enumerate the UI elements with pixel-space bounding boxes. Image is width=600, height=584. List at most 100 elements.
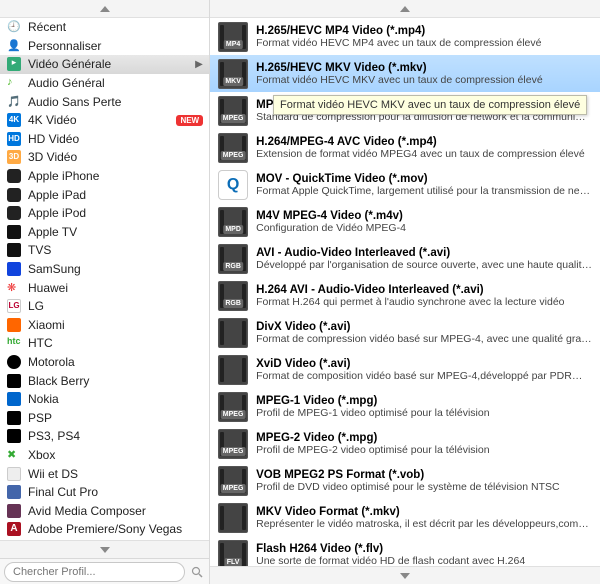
format-item[interactable]: DivX Video (*.avi)Format de compression … bbox=[210, 314, 600, 351]
category-item[interactable]: Final Cut Pro bbox=[0, 483, 209, 502]
category-label: Récent bbox=[28, 20, 203, 34]
format-title: VOB MPEG2 PS Format (*.vob) bbox=[256, 469, 592, 481]
category-item[interactable]: Black Berry bbox=[0, 371, 209, 390]
format-text: VOB MPEG2 PS Format (*.vob)Profil de DVD… bbox=[256, 469, 592, 493]
format-item[interactable]: MPEG H.264/MPEG-4 AVC Video (*.mp4)Extens… bbox=[210, 129, 600, 166]
category-item[interactable]: Personnaliser bbox=[0, 37, 209, 56]
format-text: H.265/HEVC MKV Video (*.mkv)Format vidéo… bbox=[256, 62, 592, 86]
format-description: Format vidéo HEVC MP4 avec un taux de co… bbox=[256, 37, 592, 49]
search-icon[interactable] bbox=[189, 564, 205, 580]
category-item[interactable]: PSP bbox=[0, 408, 209, 427]
badge-new: NEW bbox=[176, 115, 203, 126]
format-icon: MPEG bbox=[218, 96, 248, 126]
category-item[interactable]: 4K4K VidéoNEW bbox=[0, 111, 209, 130]
category-item[interactable]: HDHD Vidéo bbox=[0, 130, 209, 149]
category-item[interactable]: htcHTC bbox=[0, 334, 209, 353]
format-title: M4V MPEG-4 Video (*.m4v) bbox=[256, 210, 592, 222]
format-title: MOV - QuickTime Video (*.mov) bbox=[256, 173, 592, 185]
search-bar bbox=[0, 558, 209, 584]
category-icon bbox=[6, 428, 22, 444]
format-title: H.265/HEVC MKV Video (*.mkv) bbox=[256, 62, 592, 74]
category-item[interactable]: 3D3D Vidéo bbox=[0, 148, 209, 167]
format-text: H.264 AVI - Audio-Video Interleaved (*.a… bbox=[256, 284, 592, 308]
category-label: Vidéo Générale bbox=[28, 57, 189, 71]
category-item[interactable]: LG LG bbox=[0, 297, 209, 316]
category-item[interactable]: PS3, PS4 bbox=[0, 427, 209, 446]
category-label: Xiaomi bbox=[28, 318, 203, 332]
category-label: TVS bbox=[28, 243, 203, 257]
category-icon: htc bbox=[6, 335, 22, 351]
category-item[interactable]: Nokia bbox=[0, 390, 209, 409]
category-item[interactable]: Récent bbox=[0, 18, 209, 37]
category-label: LG bbox=[28, 299, 203, 313]
format-scroll-down[interactable] bbox=[210, 566, 600, 584]
format-item[interactable]: MOV - QuickTime Video (*.mov)Format Appl… bbox=[210, 166, 600, 203]
format-item[interactable]: MPEGVOB MPEG2 PS Format (*.vob)Profil de… bbox=[210, 462, 600, 499]
format-icon: MPEG bbox=[218, 392, 248, 422]
category-scroll-down[interactable] bbox=[0, 540, 209, 558]
format-title: AVI - Audio-Video Interleaved (*.avi) bbox=[256, 247, 592, 259]
format-item[interactable]: MKVH.265/HEVC MKV Video (*.mkv)Format vi… bbox=[210, 55, 600, 92]
category-label: Nokia bbox=[28, 392, 203, 406]
category-item[interactable]: Xiaomi bbox=[0, 316, 209, 335]
category-icon bbox=[6, 261, 22, 277]
category-label: Motorola bbox=[28, 355, 203, 369]
category-item[interactable]: Audio Sans Perte bbox=[0, 92, 209, 111]
category-label: Avid Media Composer bbox=[28, 504, 203, 518]
format-description: Format de compression vidéo basé sur MPE… bbox=[256, 333, 592, 345]
format-item[interactable]: MPEGMPEG-1 Video (*.mpg)Profil de MPEG-1… bbox=[210, 388, 600, 425]
category-item[interactable]: Vidéo Générale▶ bbox=[0, 55, 209, 74]
category-icon bbox=[6, 354, 22, 370]
category-icon: HD bbox=[6, 131, 22, 147]
format-title: H.265/HEVC MP4 Video (*.mp4) bbox=[256, 25, 592, 37]
format-text: XviD Video (*.avi)Format de composition … bbox=[256, 358, 592, 382]
format-item[interactable]: MPDM4V MPEG-4 Video (*.m4v)Configuration… bbox=[210, 203, 600, 240]
category-item[interactable]: TVS bbox=[0, 241, 209, 260]
category-item[interactable]: Apple iPad bbox=[0, 185, 209, 204]
category-item[interactable]: Huawei bbox=[0, 278, 209, 297]
category-icon bbox=[6, 205, 22, 221]
format-title: H.264/MPEG-4 AVC Video (*.mp4) bbox=[256, 136, 592, 148]
format-icon: MP4 bbox=[218, 22, 248, 52]
format-panel: MP4 H.265/HEVC MP4 Video (*.mp4)Format vi… bbox=[210, 0, 600, 584]
category-scroll-up[interactable] bbox=[0, 0, 209, 18]
category-item[interactable]: AAdobe Premiere/Sony Vegas bbox=[0, 520, 209, 539]
category-item[interactable]: Apple iPod bbox=[0, 204, 209, 223]
format-item[interactable]: FLVFlash H264 Video (*.flv)Une sorte de … bbox=[210, 536, 600, 566]
category-icon bbox=[6, 56, 22, 72]
format-item[interactable]: XviD Video (*.avi)Format de composition … bbox=[210, 351, 600, 388]
format-text: H.264/MPEG-4 AVC Video (*.mp4)Extension … bbox=[256, 136, 592, 160]
search-input[interactable] bbox=[4, 562, 185, 582]
category-label: SamSung bbox=[28, 262, 203, 276]
format-item[interactable]: MPEGMPEG-2 Video (*.mpg)Profil de MPEG-2… bbox=[210, 425, 600, 462]
format-icon bbox=[218, 170, 248, 200]
category-item[interactable]: Motorola bbox=[0, 353, 209, 372]
category-label: PSP bbox=[28, 411, 203, 425]
category-label: Adobe Premiere/Sony Vegas bbox=[28, 522, 203, 536]
category-item[interactable]: SamSung bbox=[0, 260, 209, 279]
format-title: MPEG-2 Video (*.mpg) bbox=[256, 432, 592, 444]
format-icon: MPEG bbox=[218, 133, 248, 163]
format-item[interactable]: RGBAVI - Audio-Video Interleaved (*.avi)… bbox=[210, 240, 600, 277]
format-title: MKV Video Format (*.mkv) bbox=[256, 506, 592, 518]
format-title: H.264 AVI - Audio-Video Interleaved (*.a… bbox=[256, 284, 592, 296]
format-item[interactable]: MKV Video Format (*.mkv)Représenter le v… bbox=[210, 499, 600, 536]
category-item[interactable]: Apple iPhone bbox=[0, 167, 209, 186]
format-item[interactable]: MP4 H.265/HEVC MP4 Video (*.mp4)Format vi… bbox=[210, 18, 600, 55]
category-label: Audio Général bbox=[28, 76, 203, 90]
category-label: Audio Sans Perte bbox=[28, 95, 203, 109]
category-item[interactable]: Audio Général bbox=[0, 74, 209, 93]
category-label: Wii et DS bbox=[28, 467, 203, 481]
category-item[interactable]: Wii et DS bbox=[0, 464, 209, 483]
category-icon: LG bbox=[6, 298, 22, 314]
format-scroll-up[interactable] bbox=[210, 0, 600, 18]
category-list: Récent PersonnaliserVidéo Générale▶ Audio … bbox=[0, 18, 209, 540]
category-item[interactable]: Xbox bbox=[0, 446, 209, 465]
category-item[interactable]: Avid Media Composer bbox=[0, 501, 209, 520]
category-item[interactable]: Apple TV bbox=[0, 223, 209, 242]
format-item[interactable]: RGBH.264 AVI - Audio-Video Interleaved (… bbox=[210, 277, 600, 314]
category-icon bbox=[6, 224, 22, 240]
category-label: Apple TV bbox=[28, 225, 203, 239]
category-icon bbox=[6, 168, 22, 184]
format-icon: MPD bbox=[218, 207, 248, 237]
